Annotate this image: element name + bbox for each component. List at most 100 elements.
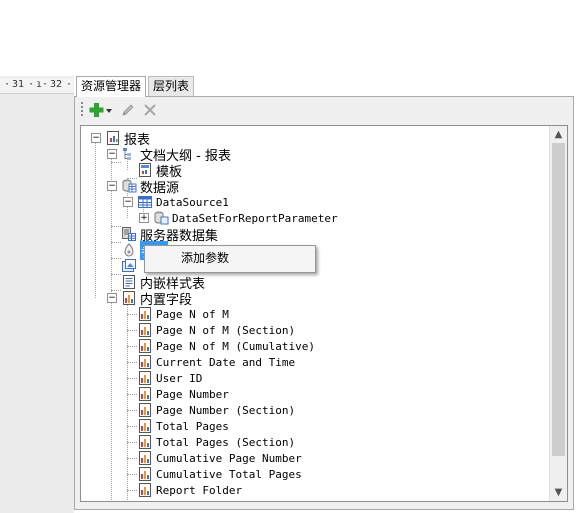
designer-surface xyxy=(0,76,74,513)
parameter-icon xyxy=(124,243,134,257)
tree-node-images[interactable] xyxy=(121,258,140,274)
collapse-toggle[interactable]: − xyxy=(91,133,101,143)
ruler-dot: · xyxy=(28,79,35,90)
tree-node-field[interactable]: Current Date and Time xyxy=(137,354,295,370)
tree-node-field[interactable]: Page Number (Section) xyxy=(137,402,295,418)
collapse-toggle[interactable]: − xyxy=(107,293,117,303)
tree-node-field[interactable]: Cumulative Page Number xyxy=(137,450,302,466)
scroll-thumb[interactable] xyxy=(552,143,565,456)
ruler-dot: · xyxy=(4,79,11,90)
delete-button[interactable] xyxy=(141,101,159,119)
tree-line xyxy=(127,442,137,443)
tree-line xyxy=(111,242,121,243)
tree-node-field[interactable]: Page N of M (Cumulative) xyxy=(137,338,315,354)
scroll-down-arrow-icon[interactable]: ▼ xyxy=(550,484,567,501)
tree-line xyxy=(127,298,128,501)
tree-line xyxy=(127,346,137,347)
report-tree: − 报表 − 文档大纲 - 报表 模板 − 数据源 − DataSource1 … xyxy=(80,125,568,502)
tree-line xyxy=(111,226,121,227)
tree-node-server-datasets[interactable]: 服务器数据集 xyxy=(121,226,218,244)
green-plus-icon xyxy=(89,103,112,117)
x-delete-icon xyxy=(144,104,156,116)
field-label: User ID xyxy=(156,371,203,385)
tab-layer-list[interactable]: 层列表 xyxy=(148,76,195,97)
tree-line xyxy=(95,138,96,298)
field-icon xyxy=(139,355,151,369)
tree-node-field[interactable]: Total Pages (Section) xyxy=(137,434,295,450)
tree-line xyxy=(127,426,137,427)
field-label: Page N of M (Cumulative) xyxy=(156,339,315,353)
tree-node-field[interactable]: Total Pages xyxy=(137,418,229,434)
field-icon xyxy=(139,435,151,449)
tree-line xyxy=(127,410,137,411)
field-icon xyxy=(139,467,151,481)
explorer-toolbar xyxy=(75,97,573,123)
tree-node-datasource1[interactable]: DataSource1 xyxy=(137,194,229,210)
datasource-icon xyxy=(138,196,152,208)
ruler-mark: 31 xyxy=(12,79,25,90)
field-icon xyxy=(139,307,151,321)
collapse-toggle[interactable]: − xyxy=(107,181,117,191)
field-icon xyxy=(139,387,151,401)
toolbar-grip-icon[interactable] xyxy=(81,102,83,118)
outline-icon xyxy=(123,148,131,160)
tree-node-datasources[interactable]: 数据源 xyxy=(121,178,179,196)
ruler-dot: · xyxy=(42,79,49,90)
fields-icon xyxy=(123,291,135,305)
add-button[interactable] xyxy=(89,101,113,119)
tree-node-field[interactable]: Page Number xyxy=(137,386,229,402)
tree-line xyxy=(111,162,121,163)
field-label: Current Date and Time xyxy=(156,355,296,369)
expand-toggle[interactable]: + xyxy=(139,213,149,223)
report-icon xyxy=(107,131,119,145)
image-icon xyxy=(122,259,136,272)
collapse-toggle[interactable]: − xyxy=(123,197,133,207)
tree-node-builtin-fields[interactable]: 内置字段 xyxy=(121,290,192,308)
field-label: Total Pages (Section) xyxy=(156,435,296,449)
field-icon xyxy=(139,451,151,465)
field-label: Page Number xyxy=(156,387,229,401)
tab-explorer[interactable]: 资源管理器 xyxy=(76,76,147,97)
tree-node-field[interactable]: Page N of M xyxy=(137,306,229,322)
tree-line xyxy=(127,490,137,491)
stylesheet-icon xyxy=(123,275,135,289)
tree-node-field[interactable]: User ID xyxy=(137,370,202,386)
tree-line xyxy=(127,394,137,395)
field-label: Cumulative Total Pages xyxy=(156,467,302,481)
ruler: · 31 · ı · 32 · xyxy=(0,78,74,94)
explorer-panel: − 报表 − 文档大纲 - 报表 模板 − 数据源 − DataSource1 … xyxy=(74,96,574,510)
scroll-up-arrow-icon[interactable]: ▲ xyxy=(550,126,567,143)
tree-node-field[interactable]: Report Folder xyxy=(137,482,242,498)
server-dataset-icon xyxy=(122,227,136,241)
ruler-mark: 32 xyxy=(50,79,63,90)
field-icon xyxy=(139,323,151,337)
field-label: Page N of M (Section) xyxy=(156,323,296,337)
vertical-scrollbar[interactable]: ▲ ▼ xyxy=(549,126,567,501)
tree-line xyxy=(127,474,137,475)
ruler-dot: · xyxy=(66,79,73,90)
field-icon xyxy=(139,419,151,433)
menu-item-add-parameter[interactable]: 添加参数 xyxy=(147,248,311,268)
collapse-toggle[interactable]: − xyxy=(107,149,117,159)
field-icon xyxy=(139,371,151,385)
top-blank-area xyxy=(0,0,576,76)
field-icon xyxy=(139,483,151,497)
field-icon xyxy=(139,339,151,353)
tree-line xyxy=(127,314,137,315)
field-label: Total Pages xyxy=(156,419,229,433)
context-menu: 添加参数 xyxy=(144,245,316,273)
tree-line xyxy=(111,258,121,259)
field-label: Page Number (Section) xyxy=(156,403,296,417)
tree-line xyxy=(111,290,121,291)
tree-node-field[interactable]: Page N of M (Section) xyxy=(137,322,295,338)
database-icon xyxy=(122,179,137,193)
tree-line xyxy=(127,330,137,331)
field-icon xyxy=(139,403,151,417)
tree-line xyxy=(127,362,137,363)
tree-node-field[interactable]: Cumulative Total Pages xyxy=(137,466,302,482)
tree-line xyxy=(111,274,121,275)
field-label: Page N of M xyxy=(156,307,229,321)
edit-button[interactable] xyxy=(119,101,137,119)
tree-line xyxy=(111,154,112,501)
field-label: Cumulative Page Number xyxy=(156,451,302,465)
